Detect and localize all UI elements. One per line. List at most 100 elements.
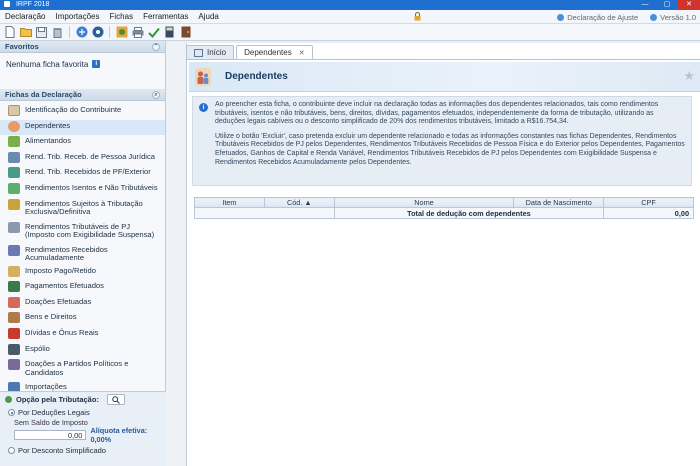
menu-ferramentas[interactable]: Ferramentas <box>138 12 193 21</box>
menu-fichas[interactable]: Fichas <box>105 12 139 21</box>
col-nome[interactable]: Nome <box>333 197 515 208</box>
tab-dependentes[interactable]: Dependentes ✕ <box>236 45 313 59</box>
ficha-doacoes-partidos[interactable]: Doações a Partidos Políticos e Candidato… <box>0 358 165 381</box>
ficha-rend-acumulados[interactable]: Rendimentos Recebidos Acumuladamente <box>0 244 165 265</box>
fichas-header[interactable]: Fichas da Declaração ⌕ <box>0 89 165 101</box>
toolbar-separator <box>109 26 110 38</box>
versao-indicator[interactable]: Versão 1.0 <box>650 13 696 22</box>
fichas-list: Identificação do Contribuinte Dependente… <box>0 101 165 397</box>
menu-ajuda[interactable]: Ajuda <box>193 12 223 21</box>
transmit-icon[interactable] <box>75 26 88 39</box>
favorite-star-icon[interactable]: ★ <box>683 68 695 84</box>
lock-icon <box>414 12 421 21</box>
menu-importacoes[interactable]: Importações <box>50 12 104 21</box>
print-icon[interactable] <box>131 26 144 39</box>
ficha-dependentes[interactable]: Dependentes <box>0 119 165 136</box>
radio-unselected-icon[interactable] <box>8 447 15 454</box>
toolbar-separator <box>69 26 70 38</box>
info-paragraph-1: Ao preencher esta ficha, o contribuinte … <box>215 101 659 126</box>
splitter[interactable] <box>166 41 186 466</box>
tab-bar: Início Dependentes ✕ <box>186 45 313 59</box>
title-bar: IRPF 2018 — ▢ ✕ <box>0 0 700 10</box>
total-row: Total de dedução com dependentes 0,00 <box>194 207 694 219</box>
info-paragraph-2: Utilize o botão 'Excluir', caso pretenda… <box>215 132 685 166</box>
search-icon[interactable]: ⌕ <box>152 91 160 99</box>
home-icon <box>194 48 203 57</box>
verify-check-icon[interactable] <box>147 26 160 39</box>
stack-icon <box>8 244 20 256</box>
person-globe-icon <box>8 167 20 179</box>
receipt-icon <box>8 265 20 277</box>
ficha-dividas[interactable]: Dívidas e Ônus Reais <box>0 327 165 343</box>
saldo-value: 0,00 <box>14 429 87 440</box>
dependents-icon <box>195 68 211 86</box>
sidebar: Favoritos ⌃ Nenhuma ficha favorita i Fic… <box>0 41 166 466</box>
page-title: Dependentes <box>225 71 288 82</box>
app-icon <box>4 1 10 7</box>
building-icon <box>8 151 20 163</box>
close-tab-icon[interactable]: ✕ <box>299 49 305 57</box>
col-cpf[interactable]: CPF <box>603 197 694 208</box>
ficha-doacoes[interactable]: Doações Efetuadas <box>0 296 165 312</box>
ficha-alimentandos[interactable]: Alimentandos <box>0 135 165 151</box>
money-icon <box>8 182 20 194</box>
col-cod[interactable]: Cód. ▲ <box>263 197 335 208</box>
gift-icon <box>8 296 20 308</box>
ficha-identificacao[interactable]: Identificação do Contribuinte <box>0 104 165 120</box>
food-icon <box>8 136 20 148</box>
radio-deducoes-legais[interactable]: Por Deduções Legais <box>0 407 166 418</box>
arrow-down-icon <box>8 327 20 339</box>
menu-bar: Declaração Importações Fichas Ferramenta… <box>0 10 700 24</box>
globe-icon <box>557 13 565 21</box>
total-label: Total de dedução com dependentes <box>333 207 605 219</box>
receive-icon[interactable] <box>91 26 104 39</box>
exit-door-icon[interactable] <box>179 26 192 39</box>
search-button[interactable] <box>106 394 125 405</box>
open-folder-icon[interactable] <box>19 26 32 39</box>
aliquota-efetiva: Alíquota efetiva: 0,00% <box>90 425 148 444</box>
col-item[interactable]: Item <box>194 197 265 208</box>
declaracao-ajuste-indicator[interactable]: Declaração de Ajuste <box>557 13 638 22</box>
coins-icon <box>8 198 20 210</box>
new-document-icon[interactable] <box>3 26 16 39</box>
saldo-row: 0,00 Alíquota efetiva: 0,00% <box>0 425 166 444</box>
close-window-icon[interactable]: ✕ <box>678 0 700 10</box>
delete-icon[interactable] <box>51 26 64 39</box>
col-nascimento[interactable]: Data de Nascimento <box>513 197 605 208</box>
payment-card-icon <box>8 281 20 293</box>
favoritos-empty: Nenhuma ficha favorita i <box>0 53 165 75</box>
window-title: IRPF 2018 <box>15 1 50 8</box>
import-icon[interactable] <box>115 26 128 39</box>
ficha-pagamentos[interactable]: Pagamentos Efetuados <box>0 280 165 296</box>
calculator-icon[interactable] <box>163 26 176 39</box>
ficha-bens-direitos[interactable]: Bens e Direitos <box>0 311 165 327</box>
ficha-rend-pf-exterior[interactable]: Rend. Trib. Recebidos de PF/Exterior <box>0 166 165 182</box>
ficha-rend-pj[interactable]: Rend. Trib. Receb. de Pessoa Jurídica <box>0 151 165 167</box>
window-controls: — ▢ ✕ <box>634 0 700 10</box>
minimize-icon[interactable]: — <box>634 0 656 10</box>
ficha-imposto-pago[interactable]: Imposto Pago/Retido <box>0 265 165 281</box>
opcao-header: Opção pela Tributação: <box>0 392 166 407</box>
save-icon[interactable] <box>35 26 48 39</box>
info-icon <box>650 13 658 21</box>
radio-desconto-simplificado[interactable]: Por Desconto Simplificado <box>0 445 166 456</box>
favoritos-header[interactable]: Favoritos ⌃ <box>0 41 165 53</box>
ficha-espolio[interactable]: Espólio <box>0 343 165 359</box>
maximize-icon[interactable]: ▢ <box>656 0 678 10</box>
menu-declaracao[interactable]: Declaração <box>0 12 50 21</box>
ficha-rend-isentos[interactable]: Rendimentos Isentos e Não Tributáveis <box>0 182 165 198</box>
tab-inicio[interactable]: Início <box>186 45 235 59</box>
hourglass-icon <box>8 221 20 233</box>
folder-icon <box>8 343 20 355</box>
ficha-rend-exclusiva[interactable]: Rendimentos Sujeitos à Tributação Exclus… <box>0 198 165 221</box>
radio-selected-icon[interactable] <box>8 409 15 416</box>
id-card-icon <box>8 105 20 116</box>
house-icon <box>8 312 20 324</box>
collapse-icon[interactable]: ⌃ <box>152 43 160 51</box>
ballot-icon <box>8 359 20 371</box>
info-box: i Ao preencher esta ficha, o contribuint… <box>192 96 692 186</box>
ficha-rend-exig-suspensa[interactable]: Rendimentos Tributáveis de PJ (Imposto c… <box>0 221 165 244</box>
people-icon <box>8 120 20 132</box>
opcao-tributacao-panel: Opção pela Tributação: Por Deduções Lega… <box>0 391 166 466</box>
info-icon[interactable]: i <box>92 60 101 68</box>
